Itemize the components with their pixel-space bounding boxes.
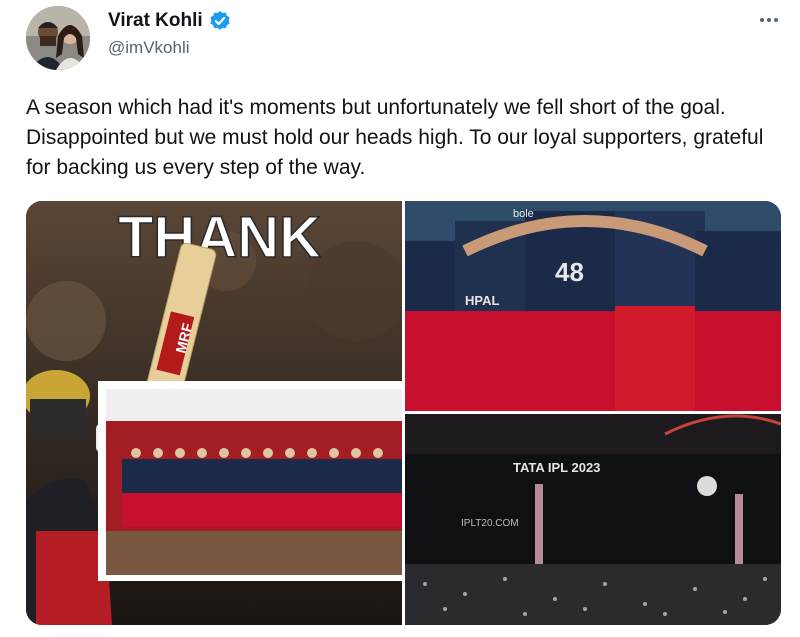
photo-thank-you[interactable]: THANK MRF (26, 201, 402, 625)
author-handle[interactable]: @imVkohli (108, 38, 190, 58)
media-grid: THANK MRF 48 HPAL bole TATA IPL 2023 IPL… (26, 201, 781, 625)
verified-badge-icon (209, 10, 231, 32)
more-options-icon[interactable] (756, 10, 782, 30)
photo-stadium[interactable]: TATA IPL 2023 IPLT20.COM (405, 414, 781, 625)
photo-team-huddle[interactable]: 48 HPAL bole (405, 201, 781, 411)
jersey-brand: bole (513, 208, 534, 220)
stadium-banner: TATA IPL 2023 (513, 460, 600, 475)
tweet-text: A season which had it's moments but unfo… (26, 96, 764, 179)
avatar[interactable] (26, 6, 90, 70)
jersey-number: 48 (555, 257, 584, 287)
author-name[interactable]: Virat Kohli (108, 10, 203, 32)
author-name-row: Virat Kohli (108, 10, 231, 32)
stadium-board: IPLT20.COM (461, 518, 519, 529)
jersey-sponsor: HPAL (465, 293, 499, 308)
photo-headline: THANK (118, 205, 321, 270)
tweet: Virat Kohli @imVkohli A season which had… (0, 0, 800, 637)
